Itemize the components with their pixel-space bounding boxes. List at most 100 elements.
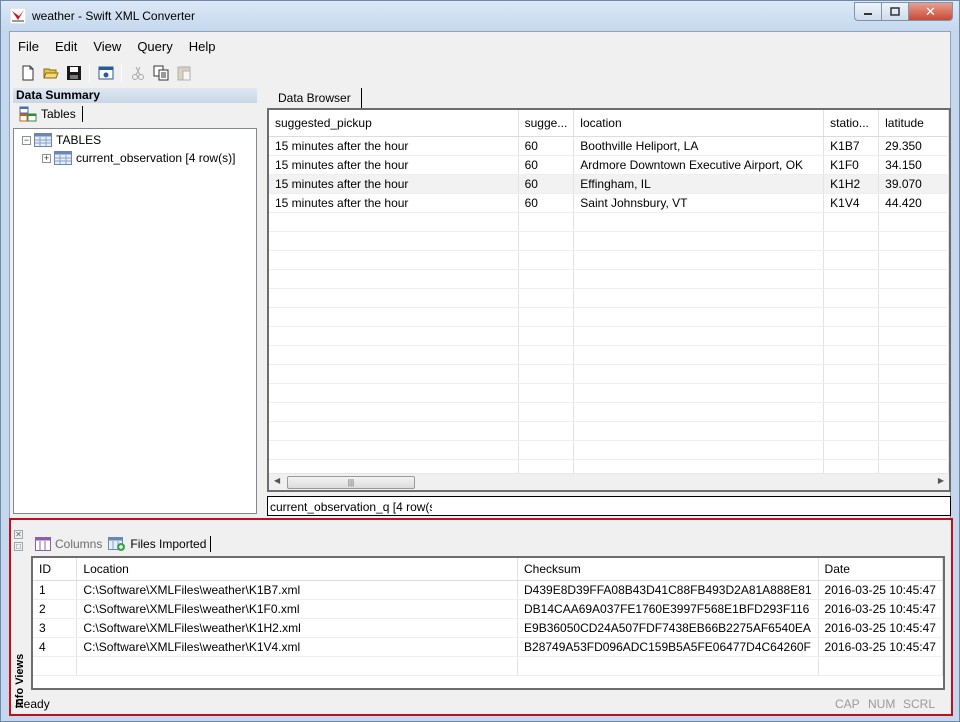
browser-row[interactable]: 15 minutes after the hour 60 Ardmore Downt…	[269, 155, 949, 175]
scroll-right-icon[interactable]: ▶	[938, 476, 944, 485]
browser-empty-cell	[823, 402, 880, 422]
browser-cell: 15 minutes after the hour	[269, 155, 519, 175]
browser-empty-row	[269, 440, 949, 460]
maximize-icon	[890, 6, 900, 16]
browser-cell: 60	[518, 174, 575, 194]
files-imported-column-header[interactable]: Date	[818, 558, 943, 581]
tree-node-current-observation[interactable]: + current_observation [4 row(s)]	[42, 149, 235, 167]
maximize-button[interactable]	[881, 2, 908, 21]
collapse-icon[interactable]: −	[22, 135, 31, 145]
data-summary-caption: Data Summary	[13, 88, 257, 103]
browser-empty-cell	[823, 364, 880, 384]
browser-empty-cell	[269, 383, 519, 403]
files-imported-row[interactable]: 3 C:\Software\XMLFiles\weather\K1H2.xml E9…	[33, 618, 943, 638]
menu-edit[interactable]: Edit	[47, 37, 85, 57]
title-bar[interactable]: weather - Swift XML Converter ✕	[1, 1, 959, 31]
copy-button[interactable]	[149, 62, 172, 84]
browser-empty-cell	[823, 307, 880, 327]
browser-row[interactable]: 15 minutes after the hour 60 Boothville He…	[269, 136, 949, 156]
horizontal-scrollbar[interactable]: ◀ ||| ▶	[269, 473, 949, 490]
browser-empty-row	[269, 421, 949, 441]
browser-empty-cell	[573, 345, 825, 365]
browser-empty-cell	[269, 307, 519, 327]
browser-column-header[interactable]: suggested_pickup	[269, 110, 519, 137]
browser-empty-cell	[518, 212, 575, 232]
menu-query[interactable]: Query	[129, 37, 180, 57]
files-imported-row[interactable]: 2 C:\Software\XMLFiles\weather\K1F0.xml DB…	[33, 599, 943, 619]
browser-empty-row	[269, 326, 949, 346]
scroll-left-icon[interactable]: ◀	[274, 476, 280, 485]
browser-column-header[interactable]: statio...	[823, 110, 880, 137]
browser-empty-cell	[823, 212, 880, 232]
tab-data-browser[interactable]: Data Browser	[270, 88, 362, 108]
files-imported-column-header[interactable]: Checksum	[517, 558, 819, 581]
minimize-button[interactable]	[854, 2, 881, 21]
data-browser-grid[interactable]: suggested_pickup sugge... location statio..…	[267, 108, 951, 492]
menu-file[interactable]: File	[10, 37, 47, 57]
tab-files-imported[interactable]: Files Imported	[106, 536, 212, 552]
browser-empty-cell	[269, 402, 519, 422]
menu-help[interactable]: Help	[181, 37, 224, 57]
browser-row[interactable]: 15 minutes after the hour 60 Saint Johnsbu…	[269, 193, 949, 213]
files-imported-cell: E9B36050CD24A507FDF7438EB66B2275AF6540EA	[517, 618, 819, 638]
tab-tables[interactable]: Tables	[17, 106, 83, 122]
browser-empty-cell	[573, 269, 825, 289]
close-panel-icon[interactable]: ✕	[14, 530, 23, 539]
dock-panel-icon[interactable]: □	[14, 542, 23, 551]
tables-tree[interactable]: − TABLES + current_observation [4 row(s)…	[13, 128, 257, 514]
browser-empty-cell	[573, 364, 825, 384]
files-imported-row[interactable]: 1 C:\Software\XMLFiles\weather\K1B7.xml D4…	[33, 580, 943, 600]
cut-button[interactable]	[126, 62, 149, 84]
files-imported-column-header[interactable]: Location	[76, 558, 519, 581]
browser-empty-cell	[518, 345, 575, 365]
browser-row[interactable]: 15 minutes after the hour 60 Effingham, IL…	[269, 174, 949, 194]
browser-column-header[interactable]: location	[573, 110, 825, 137]
files-imported-cell: 3	[33, 618, 78, 638]
browser-column-header[interactable]: sugge...	[518, 110, 575, 137]
browser-empty-cell	[823, 231, 880, 251]
menu-view[interactable]: View	[85, 37, 129, 57]
query-tab-strip	[432, 496, 951, 516]
toolbar-separator	[121, 64, 122, 82]
browser-empty-cell	[269, 421, 519, 441]
files-imported-empty-cell	[33, 656, 78, 676]
browser-empty-cell	[878, 250, 949, 270]
browser-empty-cell	[573, 212, 825, 232]
tab-columns[interactable]: Columns	[33, 536, 106, 552]
scrollbar-thumb[interactable]: |||	[287, 476, 415, 489]
close-button[interactable]: ✕	[908, 2, 953, 21]
browser-empty-row	[269, 212, 949, 232]
files-imported-column-header[interactable]: ID	[33, 558, 78, 581]
tree-node-tables[interactable]: − TABLES	[22, 131, 101, 149]
browser-empty-cell	[878, 231, 949, 251]
preview-button[interactable]	[94, 62, 117, 84]
browser-empty-row	[269, 250, 949, 270]
new-button[interactable]	[16, 62, 39, 84]
files-imported-cell: 2016-03-25 10:45:47	[818, 637, 943, 657]
browser-empty-row	[269, 307, 949, 327]
files-imported-row[interactable]: 4 C:\Software\XMLFiles\weather\K1V4.xml B2…	[33, 637, 943, 657]
browser-column-header[interactable]: latitude	[878, 110, 949, 137]
browser-empty-cell	[823, 383, 880, 403]
browser-empty-cell	[823, 269, 880, 289]
browser-empty-cell	[518, 250, 575, 270]
save-button[interactable]	[62, 62, 85, 84]
app-window: weather - Swift XML Converter ✕ File Edit…	[0, 0, 960, 722]
browser-empty-cell	[573, 288, 825, 308]
paste-button[interactable]	[172, 62, 195, 84]
app-logo-icon	[10, 8, 26, 24]
open-button[interactable]	[39, 62, 62, 84]
tab-columns-label: Columns	[55, 537, 103, 551]
files-imported-grid[interactable]: ID Location Checksum Date 1 C:\Software\XMLF…	[31, 556, 945, 690]
browser-cell: K1B7	[823, 136, 880, 156]
files-imported-empty-cell	[818, 656, 943, 676]
browser-cell: Saint Johnsbury, VT	[573, 193, 825, 213]
browser-empty-row	[269, 269, 949, 289]
expand-icon[interactable]: +	[42, 153, 51, 163]
browser-empty-cell	[518, 364, 575, 384]
browser-cell: 15 minutes after the hour	[269, 136, 519, 156]
browser-cell: 60	[518, 155, 575, 175]
browser-empty-cell	[573, 440, 825, 460]
tab-current-observation-query[interactable]: current_observation_q [4 row(s)]	[267, 496, 446, 516]
browser-empty-row	[269, 364, 949, 384]
